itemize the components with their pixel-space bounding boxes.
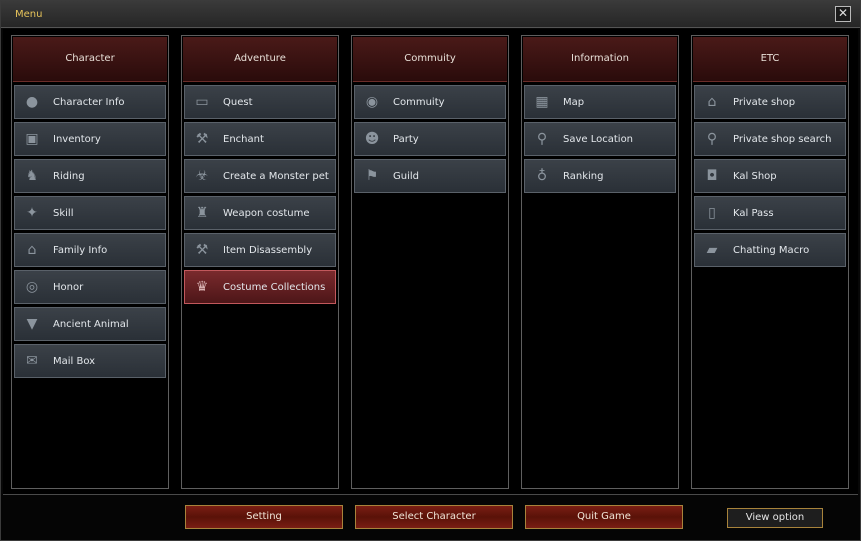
menu-item-create-a-monster-pet[interactable]: ☣ Create a Monster pet [184, 159, 336, 193]
mail-icon: ✉ [26, 353, 38, 369]
menu-item-costume-collections[interactable]: ♛ Costume Collections [184, 270, 336, 304]
pin-icon: ⚲ [536, 131, 548, 147]
column-information: Information ▦ Map ⚲ Save Location ♁ Ranking [521, 35, 679, 489]
menu-item-enchant[interactable]: ⚒ Enchant [184, 122, 336, 156]
column-header: Adventure [183, 37, 337, 82]
menu-item-private-shop[interactable]: ⌂ Private shop [694, 85, 846, 119]
party-icon: ☻ [364, 131, 380, 147]
anvil-icon: ⚒ [195, 131, 209, 147]
trophy-icon: ♁ [536, 168, 548, 184]
menu-item-item-disassembly[interactable]: ⚒ Item Disassembly [184, 233, 336, 267]
menu-item-riding[interactable]: ♞ Riding [14, 159, 166, 193]
column-header: Information [523, 37, 677, 82]
map-icon: ▦ [535, 94, 549, 110]
window-title: Menu [15, 9, 43, 20]
costume-icon: ♛ [195, 279, 209, 295]
menu-item-label: Ancient Animal [53, 319, 129, 330]
ticket-icon: ▯ [708, 205, 716, 221]
menu-item-label: Character Info [53, 97, 125, 108]
armor-icon: ♜ [195, 205, 209, 221]
menu-item-ancient-animal[interactable]: ▼ Ancient Animal [14, 307, 166, 341]
chat-icon: ◉ [365, 94, 379, 110]
column-character: Character ● Character Info ▣ Inventory ♞ Ridin… [11, 35, 169, 489]
column-header: ETC [693, 37, 847, 82]
menu-item-label: Save Location [563, 134, 634, 145]
menu-item-ranking[interactable]: ♁ Ranking [524, 159, 676, 193]
title-bar: Menu ✕ [1, 1, 860, 28]
shopping-bag-icon: ◘ [706, 168, 718, 184]
flag-icon: ⚑ [365, 168, 379, 184]
menu-item-label: Weapon costume [223, 208, 310, 219]
setting-button[interactable]: Setting [185, 505, 343, 529]
menu-item-kal-shop[interactable]: ◘ Kal Shop [694, 159, 846, 193]
menu-item-family-info[interactable]: ⌂ Family Info [14, 233, 166, 267]
menu-item-label: Quest [223, 97, 253, 108]
column-header: Commuity [353, 37, 507, 82]
menu-item-label: Riding [53, 171, 85, 182]
menu-item-label: Commuity [393, 97, 445, 108]
column-etc: ETC ⌂ Private shop ⚲ Private shop search ◘ Kal… [691, 35, 849, 489]
menu-item-weapon-costume[interactable]: ♜ Weapon costume [184, 196, 336, 230]
menu-item-label: Skill [53, 208, 74, 219]
menu-item-label: Create a Monster pet [223, 171, 329, 182]
column-adventure: Adventure ▭ Quest ⚒ Enchant ☣ Create a Monster… [181, 35, 339, 489]
menu-item-map[interactable]: ▦ Map [524, 85, 676, 119]
menu-item-character-info[interactable]: ● Character Info [14, 85, 166, 119]
person-icon: ● [25, 94, 39, 110]
view-option-button[interactable]: View option [727, 508, 823, 528]
menu-item-save-location[interactable]: ⚲ Save Location [524, 122, 676, 156]
menu-window: Menu ✕ Character ● Character Info ▣ Inventor… [0, 0, 861, 541]
shop-icon: ⌂ [707, 94, 717, 110]
menu-item-label: Honor [53, 282, 84, 293]
menu-item-label: Kal Shop [733, 171, 777, 182]
medal-icon: ◎ [25, 279, 39, 295]
menu-item-label: Mail Box [53, 356, 96, 367]
menu-item-label: Party [393, 134, 419, 145]
menu-item-label: Family Info [53, 245, 108, 256]
menu-item-quest[interactable]: ▭ Quest [184, 85, 336, 119]
menu-item-label: Kal Pass [733, 208, 774, 219]
menu-item-label: Guild [393, 171, 419, 182]
menu-item-chatting-macro[interactable]: ▰ Chatting Macro [694, 233, 846, 267]
column-header: Character [13, 37, 167, 82]
menu-item-inventory[interactable]: ▣ Inventory [14, 122, 166, 156]
column-commuity: Commuity ◉ Commuity ☻ Party ⚑ Guild [351, 35, 509, 489]
menu-item-party[interactable]: ☻ Party [354, 122, 506, 156]
menu-panels: Character ● Character Info ▣ Inventory ♞ Ridin… [3, 29, 858, 495]
menu-item-label: Chatting Macro [733, 245, 810, 256]
select-character-button[interactable]: Select Character [355, 505, 513, 529]
macro-icon: ▰ [706, 242, 718, 258]
menu-item-label: Costume Collections [223, 282, 326, 293]
dragon-icon: ☣ [195, 168, 209, 184]
menu-item-label: Map [563, 97, 585, 108]
quit-game-button[interactable]: Quit Game [525, 505, 683, 529]
menu-item-label: Ranking [563, 171, 604, 182]
house-icon: ⌂ [27, 242, 37, 258]
menu-item-guild[interactable]: ⚑ Guild [354, 159, 506, 193]
search-icon: ⚲ [706, 131, 718, 147]
eagle-icon: ▼ [26, 316, 38, 332]
menu-item-label: Inventory [53, 134, 101, 145]
menu-item-label: Enchant [223, 134, 264, 145]
menu-item-mail-box[interactable]: ✉ Mail Box [14, 344, 166, 378]
menu-item-skill[interactable]: ✦ Skill [14, 196, 166, 230]
menu-item-label: Private shop search [733, 134, 832, 145]
menu-item-label: Private shop [733, 97, 796, 108]
menu-item-commuity[interactable]: ◉ Commuity [354, 85, 506, 119]
footer-bar: Setting Select Character Quit Game View … [1, 495, 860, 540]
menu-item-label: Item Disassembly [223, 245, 313, 256]
bag-icon: ▣ [25, 131, 39, 147]
menu-item-honor[interactable]: ◎ Honor [14, 270, 166, 304]
wand-icon: ✦ [26, 205, 38, 221]
close-button[interactable]: ✕ [835, 6, 851, 22]
hammer-icon: ⚒ [195, 242, 209, 258]
scroll-icon: ▭ [195, 94, 209, 110]
menu-item-private-shop-search[interactable]: ⚲ Private shop search [694, 122, 846, 156]
menu-item-kal-pass[interactable]: ▯ Kal Pass [694, 196, 846, 230]
mount-icon: ♞ [25, 168, 39, 184]
